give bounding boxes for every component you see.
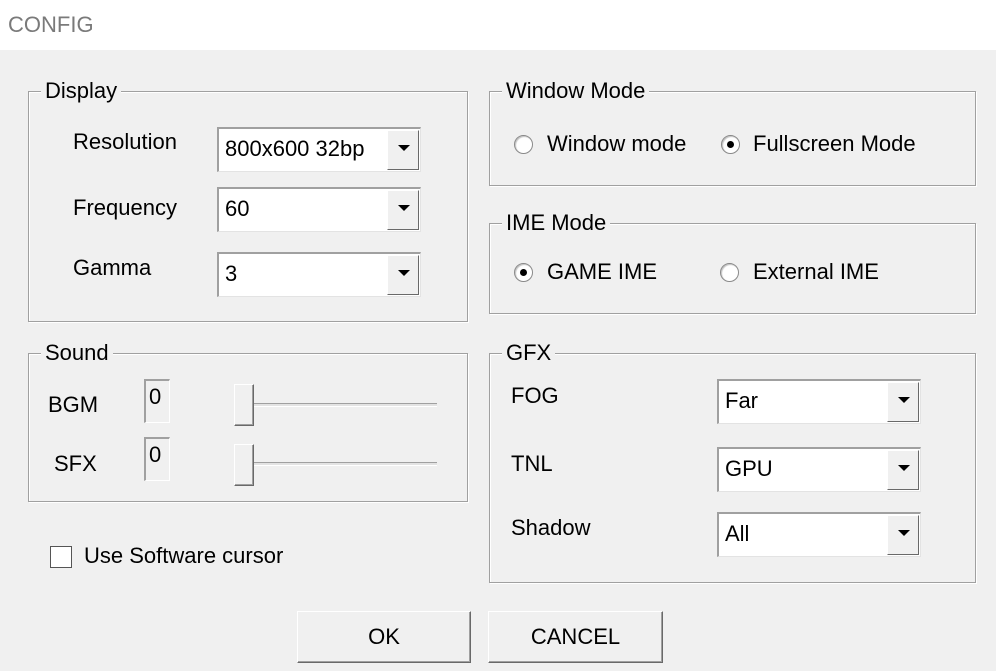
window-mode-group: Window Mode Window mode Fullscreen Mode (489, 78, 976, 186)
gamma-label: Gamma (73, 255, 152, 280)
game-ime-radio[interactable] (514, 263, 533, 282)
software-cursor-label[interactable]: Use Software cursor (84, 543, 283, 569)
sfx-value: 0 (149, 442, 162, 467)
gfx-group: GFX FOG Far TNL GPU Shadow All (489, 340, 976, 583)
chevron-down-icon[interactable] (887, 382, 919, 422)
display-legend: Display (41, 78, 122, 104)
fullscreen-mode-radio[interactable] (721, 135, 740, 154)
gamma-value: 3 (225, 261, 238, 286)
title-bar: CONFIG (0, 0, 996, 50)
window-mode-label[interactable]: Window mode (547, 131, 686, 157)
chevron-down-icon[interactable] (387, 255, 419, 295)
shadow-dropdown[interactable]: All (717, 512, 921, 557)
fullscreen-mode-label[interactable]: Fullscreen Mode (753, 131, 916, 157)
window-mode-legend: Window Mode (502, 78, 650, 104)
sound-legend: Sound (41, 340, 113, 366)
gfx-legend: GFX (502, 340, 556, 366)
window-mode-radio[interactable] (514, 135, 533, 154)
external-ime-label[interactable]: External IME (753, 259, 879, 285)
display-group: Display Resolution 800x600 32bp Frequenc… (28, 78, 468, 322)
sfx-value-box: 0 (144, 437, 170, 481)
frequency-label: Frequency (73, 195, 177, 220)
bgm-value-box: 0 (144, 379, 170, 423)
shadow-value: All (725, 521, 750, 546)
chevron-down-icon[interactable] (887, 515, 919, 555)
cancel-button[interactable]: CANCEL (488, 611, 663, 663)
ime-mode-legend: IME Mode (502, 210, 611, 236)
resolution-label: Resolution (73, 129, 177, 154)
ok-button[interactable]: OK (297, 611, 471, 663)
sfx-slider-track[interactable] (235, 462, 437, 466)
window-title: CONFIG (8, 12, 94, 37)
frequency-value: 60 (225, 196, 250, 221)
bgm-value: 0 (149, 384, 162, 409)
tnl-value: GPU (725, 456, 773, 481)
shadow-label: Shadow (511, 515, 591, 540)
software-cursor-checkbox[interactable] (50, 546, 72, 568)
ime-mode-group: IME Mode GAME IME External IME (489, 210, 976, 314)
sfx-slider-thumb[interactable] (234, 444, 254, 486)
chevron-down-icon[interactable] (387, 130, 419, 170)
external-ime-radio[interactable] (720, 263, 739, 282)
sound-group: Sound BGM 0 SFX 0 (28, 340, 468, 502)
game-ime-label[interactable]: GAME IME (547, 259, 657, 285)
gamma-dropdown[interactable]: 3 (217, 252, 421, 297)
bgm-slider-track[interactable] (235, 403, 437, 407)
tnl-label: TNL (511, 451, 553, 476)
chevron-down-icon[interactable] (387, 190, 419, 230)
bgm-label: BGM (48, 392, 99, 417)
chevron-down-icon[interactable] (887, 450, 919, 490)
sfx-label: SFX (54, 451, 97, 476)
bgm-slider-thumb[interactable] (234, 384, 254, 426)
fog-dropdown[interactable]: Far (717, 379, 921, 424)
resolution-value: 800x600 32bp (225, 136, 365, 161)
frequency-dropdown[interactable]: 60 (217, 187, 421, 232)
fog-value: Far (725, 388, 758, 413)
tnl-dropdown[interactable]: GPU (717, 447, 921, 492)
fog-label: FOG (511, 383, 559, 408)
resolution-dropdown[interactable]: 800x600 32bp (217, 127, 421, 172)
